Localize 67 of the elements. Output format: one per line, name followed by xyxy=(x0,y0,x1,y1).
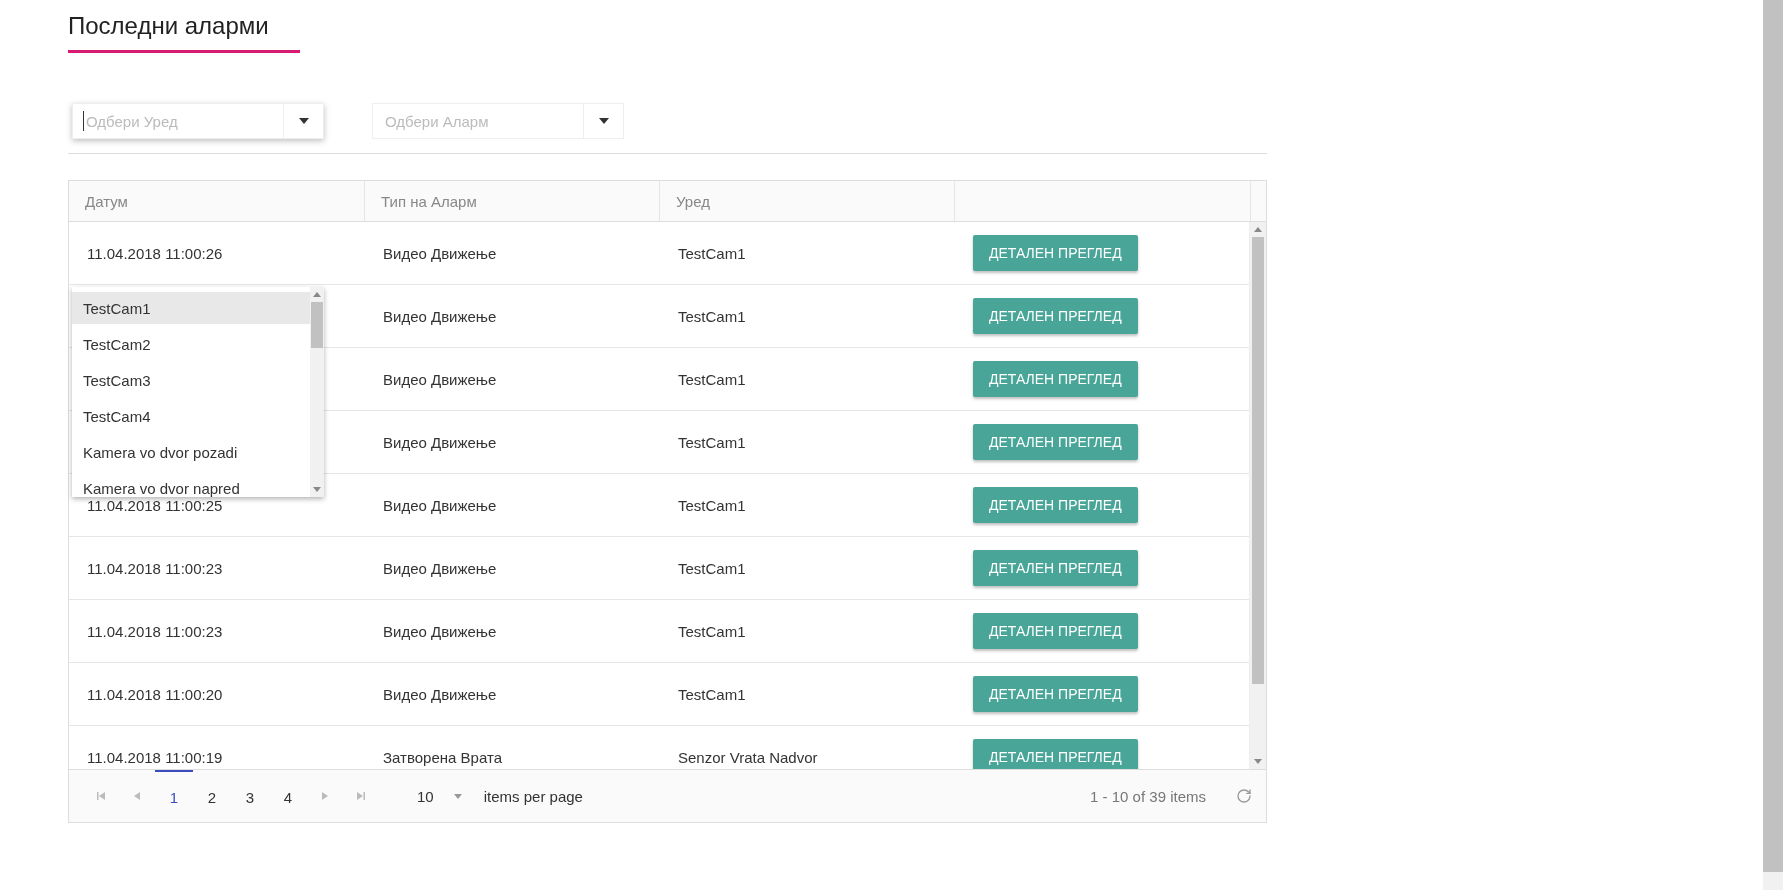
page-size-label: items per page xyxy=(483,787,583,805)
scrollbar[interactable] xyxy=(310,287,324,497)
scrollbar[interactable] xyxy=(1249,222,1266,769)
details-button[interactable]: ДЕТАЛЕН ПРЕГЛЕД xyxy=(973,298,1138,334)
table-cell-text: TestCam1 xyxy=(677,622,747,640)
details-button[interactable]: ДЕТАЛЕН ПРЕГЛЕД xyxy=(973,424,1138,460)
scroll-down-icon xyxy=(1254,759,1262,764)
combo-box[interactable]: Одбери Аларм xyxy=(372,103,624,139)
table-cell-text: TestCam1 xyxy=(677,307,747,325)
details-button[interactable]: ДЕТАЛЕН ПРЕГЛЕД xyxy=(973,487,1138,523)
page-link[interactable]: 3 xyxy=(231,770,269,822)
details-button[interactable]: ДЕТАЛЕН ПРЕГЛЕД xyxy=(973,676,1138,712)
combo-box[interactable]: Одбери Уред xyxy=(72,103,324,139)
page-title: Последни аларми xyxy=(68,12,300,53)
table-cell-text: Затворена Врата xyxy=(382,748,503,766)
first-page-icon[interactable] xyxy=(97,792,105,800)
details-button[interactable]: ДЕТАЛЕН ПРЕГЛЕД xyxy=(973,235,1138,271)
input-field[interactable]: Одбери Аларм xyxy=(373,111,583,131)
table-cell-text: Видео Движење xyxy=(382,685,498,703)
table-cell-text: TestCam1 xyxy=(677,244,747,262)
table-cell-text: Видео Движење xyxy=(382,307,498,325)
table-cell-text: 11.04.2018 11:00:26 xyxy=(86,244,224,262)
scroll-thumb[interactable] xyxy=(311,302,323,348)
table-cell-text: Видео Движење xyxy=(382,244,498,262)
page-link[interactable]: 2 xyxy=(193,770,231,822)
table-cell-text: TestCam1 xyxy=(677,496,747,514)
table-cell-text: Видео Движење xyxy=(382,370,498,388)
next-page-icon[interactable] xyxy=(321,792,329,800)
page-link[interactable]: 4 xyxy=(269,770,307,822)
list-option[interactable]: Kamera vo dvor napred xyxy=(72,472,310,497)
scroll-up-icon xyxy=(313,292,321,297)
input-field[interactable]: Одбери Уред xyxy=(83,111,283,131)
last-page-icon[interactable] xyxy=(357,792,365,800)
scroll-thumb[interactable] xyxy=(1252,237,1264,684)
table-cell-text: TestCam1 xyxy=(677,370,747,388)
column-header[interactable]: Тип на Аларм xyxy=(365,181,660,221)
scroll-up-icon xyxy=(1254,227,1262,232)
table-cell-text: Senzor Vrata Nadvor xyxy=(677,748,819,766)
table-cell-text: TestCam1 xyxy=(677,559,747,577)
caret-icon xyxy=(298,118,309,124)
list-option[interactable]: TestCam1 xyxy=(72,292,310,324)
details-button[interactable]: ДЕТАЛЕН ПРЕГЛЕД xyxy=(973,613,1138,649)
caret-icon xyxy=(598,118,609,124)
previous-page-icon[interactable] xyxy=(133,792,141,800)
details-button[interactable]: ДЕТАЛЕН ПРЕГЛЕД xyxy=(973,739,1138,769)
dropdown-button[interactable] xyxy=(283,104,323,138)
details-button[interactable]: ДЕТАЛЕН ПРЕГЛЕД xyxy=(973,361,1138,397)
column-header[interactable]: Датум xyxy=(69,181,365,221)
column-header[interactable]: Уред xyxy=(660,181,955,221)
caret-icon xyxy=(453,793,462,799)
pager-summary: 1 - 10 of 39 items xyxy=(1090,787,1206,805)
page-link[interactable]: 1 xyxy=(155,770,193,822)
refresh-icon[interactable] xyxy=(1236,788,1252,804)
table-cell-text: 11.04.2018 11:00:25 xyxy=(86,496,223,514)
scroll-down-icon xyxy=(313,487,321,492)
table-cell-text: Видео Движење xyxy=(382,433,498,451)
details-button[interactable]: ДЕТАЛЕН ПРЕГЛЕД xyxy=(973,550,1138,586)
table-cell-text: TestCam1 xyxy=(677,685,747,703)
page-size-select[interactable]: 10 xyxy=(409,783,470,809)
table-cell-text: 11.04.2018 11:00:23 xyxy=(86,559,224,577)
table-cell-text: 11.04.2018 11:00:20 xyxy=(86,685,224,703)
table-cell-text: Видео Движење xyxy=(382,622,498,640)
table-cell-text: 11.04.2018 11:00:23 xyxy=(86,622,224,640)
table-cell-text: Видео Движење xyxy=(382,559,498,577)
table-cell-text: 11.04.2018 11:00:19 xyxy=(86,748,224,766)
table-cell-text: TestCam1 xyxy=(677,433,747,451)
table-cell-text: Видео Движење xyxy=(382,496,498,514)
